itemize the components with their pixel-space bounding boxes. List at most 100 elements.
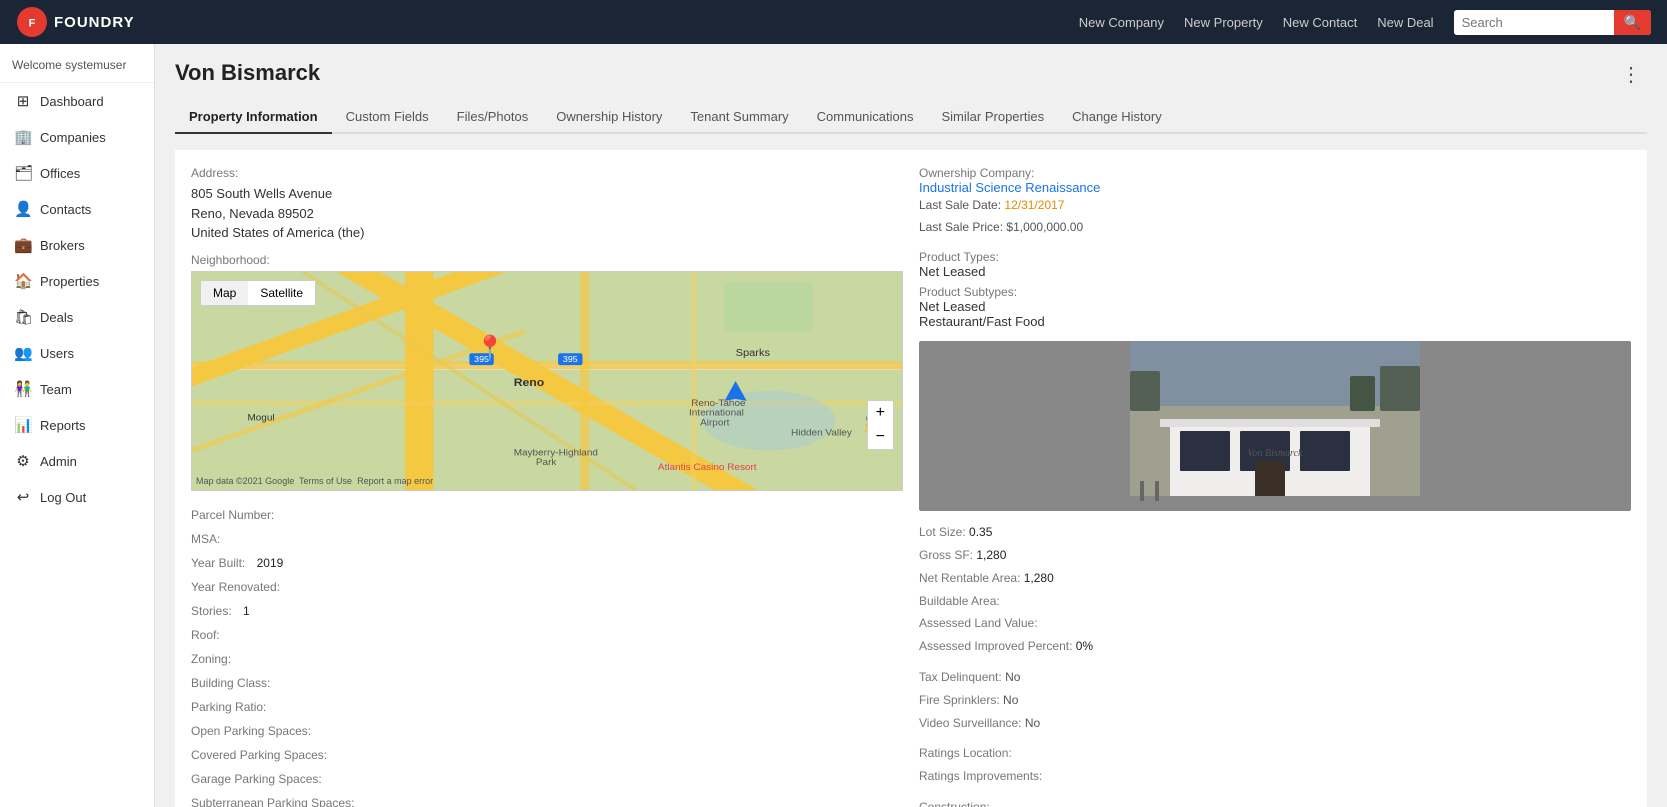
map-zoom-controls: + − — [867, 400, 894, 450]
map-view-button[interactable]: Map — [201, 281, 248, 305]
tab-property-information[interactable]: Property Information — [175, 101, 332, 134]
sidebar-item-users[interactable]: 👥 Users — [0, 335, 154, 371]
svg-text:Park: Park — [536, 457, 557, 467]
offices-icon: 🗂 — [14, 164, 32, 182]
topnav-actions: New Company New Property New Contact New… — [1079, 10, 1651, 35]
new-property-link[interactable]: New Property — [1184, 15, 1263, 30]
sidebar-item-label: Contacts — [40, 202, 91, 217]
sidebar-item-admin[interactable]: ⚙ Admin — [0, 443, 154, 479]
map-report-link[interactable]: Report a map error — [357, 476, 433, 486]
sidebar-item-properties[interactable]: 🏠 Properties — [0, 263, 154, 299]
svg-text:Reno-Tahoe: Reno-Tahoe — [691, 398, 745, 408]
product-subtypes-value1: Net Leased — [919, 299, 1631, 314]
tab-change-history[interactable]: Change History — [1058, 101, 1176, 134]
product-subtypes-label: Product Subtypes: — [919, 285, 1631, 299]
zoom-out-button[interactable]: − — [868, 425, 893, 449]
last-sale-date-label: Last Sale Date: — [919, 198, 1001, 212]
new-contact-link[interactable]: New Contact — [1283, 15, 1357, 30]
map-controls: Map Satellite — [200, 280, 316, 306]
sidebar-item-label: Companies — [40, 130, 106, 145]
sidebar-item-offices[interactable]: 🗂 Offices — [0, 155, 154, 191]
sidebar-item-reports[interactable]: 📊 Reports — [0, 407, 154, 443]
sidebar-item-label: Deals — [40, 310, 73, 325]
construction-info: Construction: — [919, 796, 1631, 807]
property-details: Parcel Number: MSA: Year Built: 2019 Yea… — [191, 503, 903, 807]
logo: F FOUNDRY — [16, 6, 135, 38]
last-sale-date-value: 12/31/2017 — [1004, 198, 1064, 212]
sidebar-item-label: Admin — [40, 454, 77, 469]
reports-icon: 📊 — [14, 416, 32, 434]
address-line2: Reno, Nevada 89502 — [191, 204, 903, 224]
last-sale-price-value: $1,000,000.00 — [1006, 220, 1083, 234]
sidebar-item-logout[interactable]: ↩ Log Out — [0, 479, 154, 515]
dashboard-icon: ⊞ — [14, 92, 32, 110]
tab-files-photos[interactable]: Files/Photos — [443, 101, 543, 134]
sidebar-item-deals[interactable]: 🛍 Deals — [0, 299, 154, 335]
search-input[interactable] — [1454, 11, 1614, 34]
last-sale-price-label: Last Sale Price: — [919, 220, 1003, 234]
product-types-label: Product Types: — [919, 250, 1631, 264]
svg-text:Atlantis Casino Resort: Atlantis Casino Resort — [658, 462, 757, 472]
property-photo: Von Bismarck — [919, 341, 1631, 511]
page-header: Von Bismarck ⋮ — [175, 60, 1647, 89]
tab-custom-fields[interactable]: Custom Fields — [332, 101, 443, 134]
tab-similar-properties[interactable]: Similar Properties — [928, 101, 1059, 134]
users-icon: 👥 — [14, 344, 32, 362]
sidebar-item-dashboard[interactable]: ⊞ Dashboard — [0, 83, 154, 119]
sidebar-item-companies[interactable]: 🏢 Companies — [0, 119, 154, 155]
tabs: Property Information Custom Fields Files… — [175, 101, 1647, 134]
map-attribution: Map data ©2021 Google Terms of Use Repor… — [196, 476, 433, 486]
new-company-link[interactable]: New Company — [1079, 15, 1164, 30]
svg-text:International: International — [689, 408, 744, 418]
topnav: F FOUNDRY New Company New Property New C… — [0, 0, 1667, 44]
sidebar-item-brokers[interactable]: 💼 Brokers — [0, 227, 154, 263]
right-column: Ownership Company: Industrial Science Re… — [919, 166, 1631, 807]
new-deal-link[interactable]: New Deal — [1377, 15, 1433, 30]
page-title: Von Bismarck — [175, 60, 320, 86]
address-line3: United States of America (the) — [191, 223, 903, 243]
search-box: 🔍 — [1454, 10, 1651, 35]
sidebar-item-label: Brokers — [40, 238, 85, 253]
tab-ownership-history[interactable]: Ownership History — [542, 101, 676, 134]
address-line1: 805 South Wells Avenue — [191, 184, 903, 204]
map-container: Reno Sparks Mogul Mayberry-Highland Park… — [191, 271, 903, 491]
sidebar-item-label: Team — [40, 382, 72, 397]
sidebar-item-team[interactable]: 👫 Team — [0, 371, 154, 407]
map-terms-link[interactable]: Terms of Use — [299, 476, 352, 486]
ownership-company-link[interactable]: Industrial Science Renaissance — [919, 180, 1100, 195]
team-icon: 👫 — [14, 380, 32, 398]
logo-text: FOUNDRY — [54, 14, 135, 31]
deals-icon: 🛍 — [14, 308, 32, 326]
ownership-block: Ownership Company: Industrial Science Re… — [919, 166, 1631, 238]
satellite-view-button[interactable]: Satellite — [248, 281, 315, 305]
sidebar-item-label: Users — [40, 346, 74, 361]
tab-tenant-summary[interactable]: Tenant Summary — [676, 101, 802, 134]
sidebar: Welcome systemuser ⊞ Dashboard 🏢 Compani… — [0, 44, 155, 807]
svg-text:Hidden Valley: Hidden Valley — [791, 427, 852, 437]
properties-icon: 🏠 — [14, 272, 32, 290]
svg-text:Mogul: Mogul — [247, 413, 274, 423]
map-pin: 📍 — [475, 334, 505, 363]
svg-text:F: F — [29, 18, 36, 30]
address-text: 805 South Wells Avenue Reno, Nevada 8950… — [191, 184, 903, 243]
svg-text:Reno: Reno — [514, 377, 544, 388]
address-block: Address: 805 South Wells Avenue Reno, Ne… — [191, 166, 903, 243]
sale-info: Last Sale Date: 12/31/2017 Last Sale Pri… — [919, 195, 1631, 238]
sidebar-item-contacts[interactable]: 👤 Contacts — [0, 191, 154, 227]
product-types-block: Product Types: Net Leased Product Subtyp… — [919, 250, 1631, 329]
left-column: Address: 805 South Wells Avenue Reno, Ne… — [191, 166, 903, 807]
lot-info: Lot Size: 0.35 Gross SF: 1,280 Net Renta… — [919, 521, 1631, 658]
search-button[interactable]: 🔍 — [1614, 10, 1651, 35]
property-info-card: Address: 805 South Wells Avenue Reno, Ne… — [175, 150, 1647, 807]
address-label: Address: — [191, 166, 903, 180]
sidebar-item-label: Log Out — [40, 490, 86, 505]
zoom-in-button[interactable]: + — [868, 401, 893, 425]
product-subtypes-value2: Restaurant/Fast Food — [919, 314, 1631, 329]
logout-icon: ↩ — [14, 488, 32, 506]
sidebar-item-label: Dashboard — [40, 94, 104, 109]
misc-info: Tax Delinquent: No Fire Sprinklers: No V… — [919, 666, 1631, 734]
ownership-company-label: Ownership Company: — [919, 166, 1631, 180]
more-options-button[interactable]: ⋮ — [1615, 60, 1647, 89]
product-types-value: Net Leased — [919, 264, 1631, 279]
tab-communications[interactable]: Communications — [803, 101, 928, 134]
